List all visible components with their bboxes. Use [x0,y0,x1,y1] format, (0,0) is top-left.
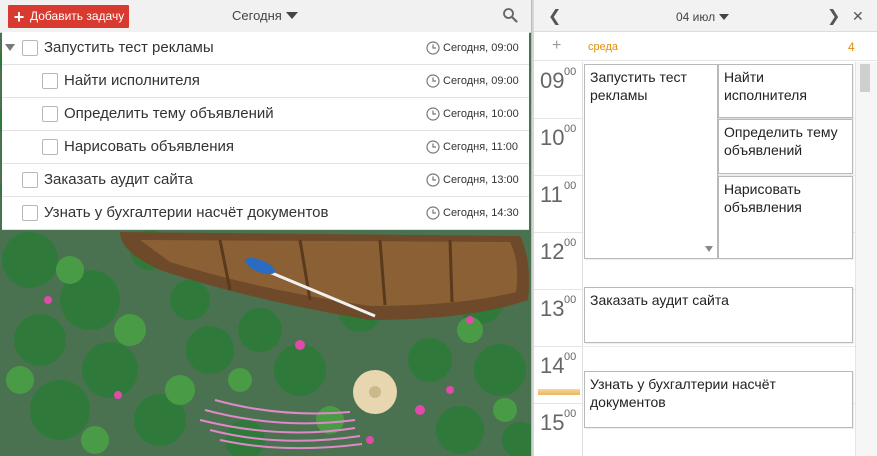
task-title: Заказать аудит сайта [44,171,193,188]
chevron-down-icon [719,14,730,20]
minute-label: 00 [564,294,577,306]
task-checkbox[interactable] [22,205,38,221]
expand-arrow-icon[interactable] [705,246,713,252]
task-row[interactable]: Запустить тест рекламы Сегодня, 09:00 [2,32,529,65]
task-title: Найти исполнителя [64,72,200,89]
task-due: Сегодня, 09:00 [443,42,519,54]
time-column-separator [582,62,583,456]
hour-slot: 14 00 [534,347,582,404]
clock-icon [426,173,440,187]
event-title: Узнать у бухгалтерии насчёт документов [590,376,776,410]
event-title: Запустить тест рекламы [590,69,687,103]
task-row[interactable]: Найти исполнителя Сегодня, 09:00 [2,65,529,98]
hour-slot: 10 00 [534,119,582,176]
hour-slot: 09 00 [534,62,582,119]
hour-label: 12 [540,239,565,264]
hour-label: 14 [540,353,565,378]
hour-label: 10 [540,125,565,150]
clock-icon [426,74,440,88]
task-title: Нарисовать объявления [64,138,235,155]
minute-label: 00 [564,351,577,363]
hour-label: 11 [540,182,563,207]
event-title: Нарисовать объявления [724,181,802,215]
task-list: Запустить тест рекламы Сегодня, 09:00 На… [2,32,529,230]
date-label: 04 июл [676,10,716,24]
task-checkbox[interactable] [42,139,58,155]
task-title: Запустить тест рекламы [44,39,214,56]
minute-label: 00 [564,237,577,249]
task-row[interactable]: Определить тему объявлений Сегодня, 10:0… [2,98,529,131]
task-checkbox[interactable] [22,40,38,56]
scroll-thumb[interactable] [860,64,870,92]
calendar-event[interactable]: Узнать у бухгалтерии насчёт документов [584,371,853,428]
minute-label: 00 [564,66,577,78]
task-due: Сегодня, 09:00 [443,75,519,87]
period-dropdown[interactable]: Сегодня [232,8,298,23]
task-row[interactable]: Заказать аудит сайта Сегодня, 13:00 [2,164,529,197]
add-event-icon[interactable]: + [552,37,561,55]
event-title: Определить тему объявлений [724,124,838,158]
task-toolbar: + Добавить задачу Сегодня [0,0,531,33]
day-timeline[interactable]: 09 00 10 00 11 00 12 00 13 00 14 00 15 0… [534,62,877,456]
calendar-event[interactable]: Найти исполнителя [718,64,853,118]
hour-slot: 11 00 [534,176,582,233]
calendar-pane: ❮ 04 июл ❯ ✕ + среда 4 09 00 10 00 11 00… [534,0,877,456]
chevron-left-icon[interactable]: ❮ [548,6,561,26]
calendar-header: ❮ 04 июл ❯ ✕ [534,0,877,32]
clock-icon [426,107,440,121]
hour-gridline [582,346,877,347]
calendar-event[interactable]: Определить тему объявлений [718,119,853,174]
task-due: Сегодня, 11:00 [443,141,518,153]
calendar-event[interactable]: Нарисовать объявления [718,176,853,259]
event-title: Заказать аудит сайта [590,292,729,308]
task-due: Сегодня, 10:00 [443,108,519,120]
task-title: Определить тему объявлений [64,105,274,122]
chevron-right-icon[interactable]: ❯ [827,6,840,26]
add-task-label: Добавить задачу [30,9,125,23]
plus-icon: + [13,6,25,27]
clock-icon [426,206,440,220]
task-checkbox[interactable] [22,172,38,188]
calendar-event[interactable]: Заказать аудит сайта [584,287,853,343]
date-dropdown[interactable]: 04 июл [676,10,730,24]
clock-icon [426,41,440,55]
period-label: Сегодня [232,8,282,23]
task-due: Сегодня, 14:30 [443,207,519,219]
chevron-down-icon [285,12,298,19]
task-title: Узнать у бухгалтерии насчёт документов [44,204,329,221]
add-task-button[interactable]: + Добавить задачу [8,5,129,28]
minute-label: 00 [564,408,577,420]
close-icon[interactable]: ✕ [852,8,864,25]
day-header: + среда 4 [534,33,877,61]
minute-label: 00 [564,123,577,135]
task-due: Сегодня, 13:00 [443,174,519,186]
hour-label: 09 [540,68,565,93]
hour-label: 13 [540,296,565,321]
task-checkbox[interactable] [42,73,58,89]
event-title: Найти исполнителя [724,69,807,103]
hour-slot: 13 00 [534,290,582,347]
search-icon[interactable] [502,7,518,23]
current-time-marker [538,389,580,395]
collapse-triangle-icon[interactable] [5,44,15,51]
clock-icon [426,140,440,154]
day-number: 4 [848,40,855,54]
task-row[interactable]: Нарисовать объявления Сегодня, 11:00 [2,131,529,164]
calendar-event[interactable]: Запустить тест рекламы [584,64,718,259]
hour-slot: 15 00 [534,404,582,456]
task-pane: + Добавить задачу Сегодня Запустить тест… [0,0,532,456]
minute-label: 00 [564,180,577,192]
task-row[interactable]: Узнать у бухгалтерии насчёт документов С… [2,197,529,230]
hour-label: 15 [540,410,565,435]
weekday-label: среда [588,41,619,53]
hour-slot: 12 00 [534,233,582,290]
calendar-scrollbar[interactable] [855,62,877,456]
task-checkbox[interactable] [42,106,58,122]
